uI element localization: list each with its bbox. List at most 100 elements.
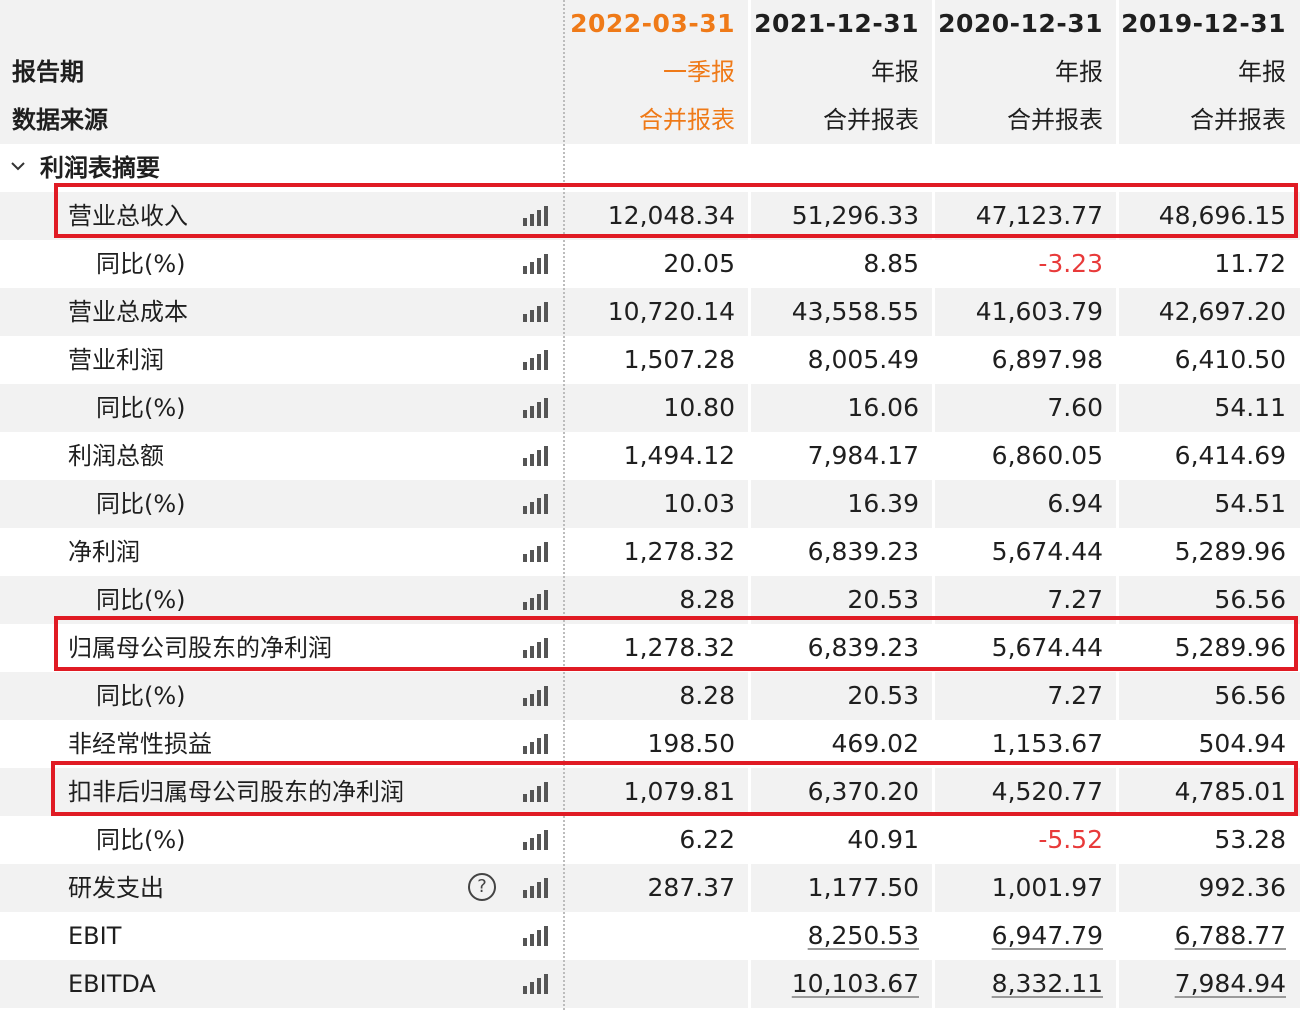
column-date-1[interactable]: 2021-12-31	[749, 0, 933, 48]
row-label: 营业利润	[68, 346, 164, 374]
bar-chart-icon[interactable]	[523, 638, 549, 658]
table-cell: 6,410.50	[1174, 345, 1286, 374]
table-cell: 8.28	[679, 585, 735, 614]
column-date-0[interactable]: 2022-03-31	[565, 0, 749, 48]
bar-chart-icon[interactable]	[523, 590, 549, 610]
table-cell: 7,984.17	[807, 441, 919, 470]
table-cell: 4,520.77	[991, 777, 1103, 806]
bar-chart-icon[interactable]	[523, 254, 549, 274]
bar-chart-icon[interactable]	[523, 446, 549, 466]
table-cell: 53.28	[1214, 825, 1286, 854]
table-cell: 8.85	[863, 249, 919, 278]
table-row[interactable]: 非经常性损益 198.50 469.02 1,153.67 504.94	[0, 720, 1300, 768]
row-label: 净利润	[68, 538, 140, 566]
table-row[interactable]: 营业总收入 12,048.34 51,296.33 47,123.77 48,696.1…	[0, 192, 1300, 240]
table-cell: 7.27	[1047, 585, 1103, 614]
table-row[interactable]: 归属母公司股东的净利润 1,278.32 6,839.23 5,674.44 5,289…	[0, 624, 1300, 672]
table-cell: 6.94	[1047, 489, 1103, 518]
table-cell: 5,674.44	[991, 633, 1103, 662]
table-cell: 8,332.11	[991, 969, 1103, 998]
table-cell: 47,123.77	[975, 201, 1103, 230]
bar-chart-icon[interactable]	[523, 974, 549, 994]
table-cell: 6,897.98	[991, 345, 1103, 374]
bar-chart-icon[interactable]	[523, 494, 549, 514]
table-row[interactable]: 同比(%) 8.28 20.53 7.27 56.56	[0, 672, 1300, 720]
table-cell: 43,558.55	[791, 297, 919, 326]
table-cell: 10.03	[663, 489, 735, 518]
table-cell: 1,278.32	[623, 537, 735, 566]
row-label: 营业总成本	[68, 298, 188, 326]
table-cell: 1,278.32	[623, 633, 735, 662]
table-cell: 504.94	[1198, 729, 1286, 758]
header-row-report-period: 报告期 一季报 年报 年报 年报	[0, 48, 1300, 96]
table-cell: 11.72	[1214, 249, 1286, 278]
bar-chart-icon[interactable]	[523, 302, 549, 322]
table-cell: 6,788.77	[1174, 921, 1286, 950]
column-date-2[interactable]: 2020-12-31	[933, 0, 1117, 48]
table-row[interactable]: 同比(%) 20.05 8.85 -3.23 11.72	[0, 240, 1300, 288]
table-row[interactable]: 同比(%) 10.80 16.06 7.60 54.11	[0, 384, 1300, 432]
data-rows: 营业总收入 12,048.34 51,296.33 47,123.77 48,696.1…	[0, 192, 1300, 1008]
table-cell: 287.37	[647, 873, 735, 902]
column-report-1: 年报	[871, 58, 919, 86]
bar-chart-icon[interactable]	[523, 206, 549, 226]
table-row[interactable]: 营业利润 1,507.28 8,005.49 6,897.98 6,410.50	[0, 336, 1300, 384]
column-divider	[748, 0, 751, 1012]
table-cell: 20.53	[847, 681, 919, 710]
table-cell: 8.28	[679, 681, 735, 710]
table-cell: 48,696.15	[1158, 201, 1286, 230]
column-date-3[interactable]: 2019-12-31	[1117, 0, 1300, 48]
table-row[interactable]: 利润总额 1,494.12 7,984.17 6,860.05 6,414.69	[0, 432, 1300, 480]
bar-chart-icon[interactable]	[523, 782, 549, 802]
header-row-dates: 2022-03-31 2021-12-31 2020-12-31 2019-12…	[0, 0, 1300, 48]
bar-chart-icon[interactable]	[523, 926, 549, 946]
table-row[interactable]: EBITDA 10,103.67 8,332.11 7,984.94	[0, 960, 1300, 1008]
row-label: 同比(%)	[96, 682, 186, 710]
row-label: EBIT	[68, 922, 122, 950]
table-cell: 7,984.94	[1174, 969, 1286, 998]
data-source-label: 数据来源	[12, 106, 108, 134]
table-cell: 41,603.79	[975, 297, 1103, 326]
row-label: 营业总收入	[68, 202, 188, 230]
table-cell: 16.06	[847, 393, 919, 422]
column-source-2: 合并报表	[1007, 106, 1103, 134]
table-cell: 6,839.23	[807, 537, 919, 566]
bar-chart-icon[interactable]	[523, 350, 549, 370]
table-cell: 10,103.67	[791, 969, 919, 998]
column-report-2: 年报	[1055, 58, 1103, 86]
table-cell: 8,005.49	[807, 345, 919, 374]
table-cell: 20.05	[663, 249, 735, 278]
table-cell: 6,414.69	[1174, 441, 1286, 470]
header-corner	[0, 0, 563, 48]
table-row[interactable]: EBIT 8,250.53 6,947.79 6,788.77	[0, 912, 1300, 960]
bar-chart-icon[interactable]	[523, 542, 549, 562]
table-cell: 56.56	[1214, 681, 1286, 710]
table-row[interactable]: 扣非后归属母公司股东的净利润 1,079.81 6,370.20 4,520.77 4,…	[0, 768, 1300, 816]
table-cell: 10.80	[663, 393, 735, 422]
bar-chart-icon[interactable]	[523, 686, 549, 706]
section-row-profit-summary[interactable]: 利润表摘要	[0, 144, 1300, 192]
help-icon[interactable]: ?	[468, 873, 496, 901]
table-row[interactable]: 营业总成本 10,720.14 43,558.55 41,603.79 42,697.2…	[0, 288, 1300, 336]
table-row[interactable]: 净利润 1,278.32 6,839.23 5,674.44 5,289.96	[0, 528, 1300, 576]
bar-chart-icon[interactable]	[523, 398, 549, 418]
profit-summary-table: 2022-03-31 2021-12-31 2020-12-31 2019-12…	[0, 0, 1300, 1008]
table-row[interactable]: 研发支出? 287.37 1,177.50 1,001.97 992.36	[0, 864, 1300, 912]
column-divider	[1116, 0, 1119, 1012]
bar-chart-icon[interactable]	[523, 734, 549, 754]
row-label: 归属母公司股东的净利润	[68, 634, 332, 662]
table-row[interactable]: 同比(%) 6.22 40.91 -5.52 53.28	[0, 816, 1300, 864]
table-row[interactable]: 同比(%) 8.28 20.53 7.27 56.56	[0, 576, 1300, 624]
table-cell: -5.52	[1038, 825, 1103, 854]
table-row[interactable]: 同比(%) 10.03 16.39 6.94 54.51	[0, 480, 1300, 528]
table-cell: 8,250.53	[807, 921, 919, 950]
table-cell: 6,839.23	[807, 633, 919, 662]
column-report-3: 年报	[1238, 58, 1286, 86]
table-cell: 6,860.05	[991, 441, 1103, 470]
table-cell: 1,079.81	[623, 777, 735, 806]
table-cell: 4,785.01	[1174, 777, 1286, 806]
bar-chart-icon[interactable]	[523, 878, 549, 898]
table-cell: 7.27	[1047, 681, 1103, 710]
bar-chart-icon[interactable]	[523, 830, 549, 850]
table-cell: 16.39	[847, 489, 919, 518]
